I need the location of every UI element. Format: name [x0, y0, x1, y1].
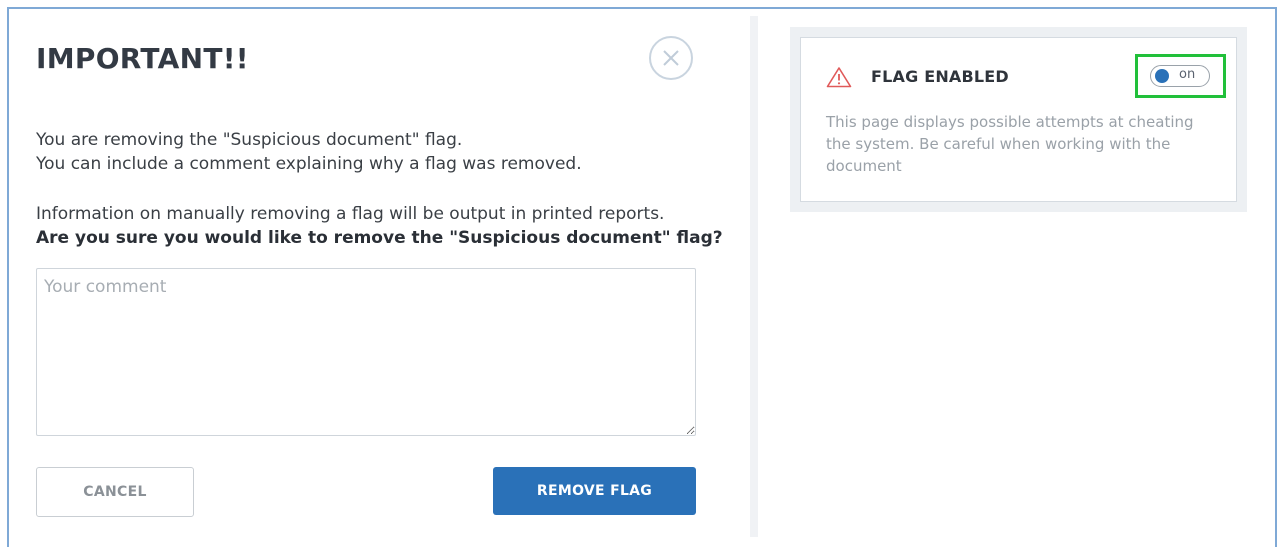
- flag-status-title: FLAG ENABLED: [871, 67, 1009, 86]
- close-button[interactable]: [649, 36, 693, 80]
- flag-toggle[interactable]: on: [1150, 65, 1210, 87]
- panel-divider: [750, 16, 758, 537]
- warning-icon: [826, 67, 852, 88]
- flag-status-card: FLAG ENABLED on This page displays possi…: [800, 37, 1237, 202]
- close-icon: [663, 50, 679, 66]
- toggle-label: on: [1179, 67, 1196, 82]
- comment-input[interactable]: [36, 268, 696, 436]
- dialog-confirm-question: Are you sure you would like to remove th…: [36, 228, 723, 248]
- toggle-knob: [1155, 69, 1169, 83]
- remove-flag-button[interactable]: REMOVE FLAG: [493, 467, 696, 515]
- dialog-text-printed-reports: Information on manually removing a flag …: [36, 204, 665, 224]
- dialog-title: IMPORTANT!!: [36, 42, 249, 75]
- dialog-text-removing: You are removing the "Suspicious documen…: [36, 130, 463, 150]
- cancel-button[interactable]: CANCEL: [36, 467, 194, 517]
- dialog-text-comment-hint: You can include a comment explaining why…: [36, 154, 582, 174]
- flag-description: This page displays possible attempts at …: [826, 113, 1194, 175]
